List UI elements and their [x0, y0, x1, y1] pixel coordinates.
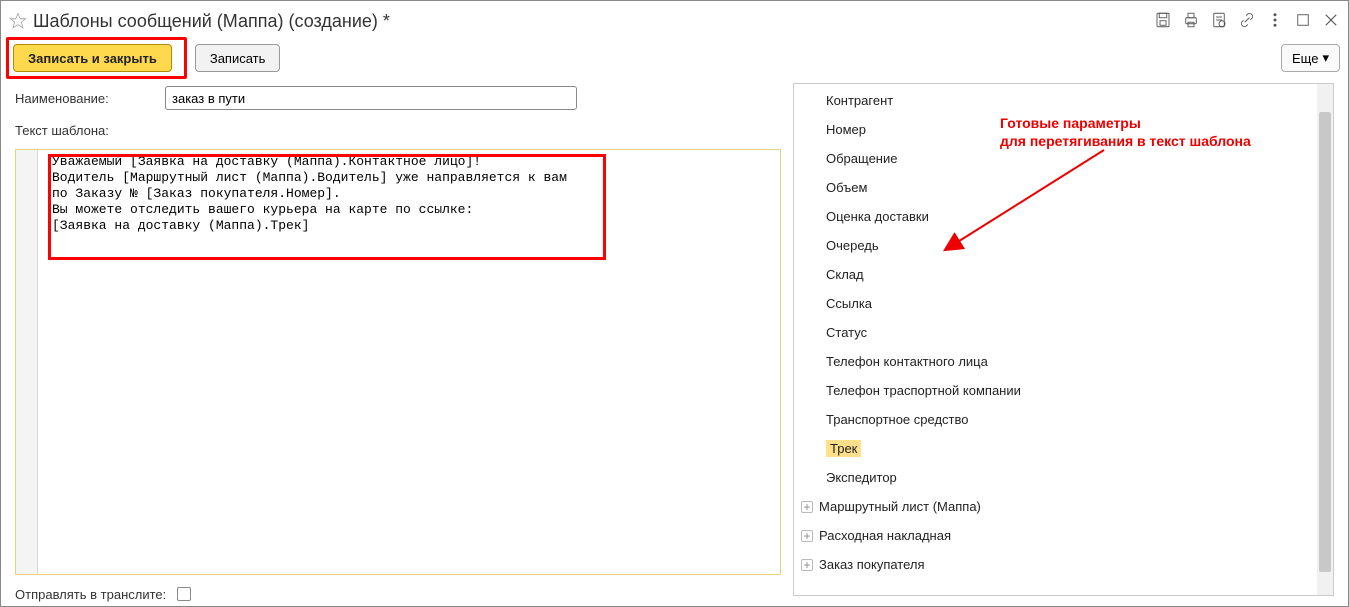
param-group[interactable]: + Заказ покупателя: [794, 550, 1317, 579]
editor-gutter: [16, 150, 38, 574]
param-item[interactable]: Ссылка: [794, 289, 1317, 318]
save-icon[interactable]: [1154, 11, 1172, 32]
param-item[interactable]: Номер: [794, 115, 1317, 144]
param-item[interactable]: Транспортное средство: [794, 405, 1317, 434]
param-item-label: Статус: [826, 325, 867, 340]
save-button[interactable]: Записать: [195, 44, 281, 72]
expand-icon[interactable]: +: [801, 559, 813, 571]
param-group-label: Заказ покупателя: [819, 557, 925, 572]
param-item[interactable]: Обращение: [794, 144, 1317, 173]
param-item-label: Контрагент: [826, 93, 893, 108]
template-text-label: Текст шаблона:: [15, 123, 165, 138]
param-group[interactable]: + Расходная накладная: [794, 521, 1317, 550]
report-icon[interactable]: [1210, 11, 1228, 32]
param-item-label: Склад: [826, 267, 864, 282]
param-group[interactable]: + Маршрутный лист (Маппа): [794, 492, 1317, 521]
link-icon[interactable]: [1238, 11, 1256, 32]
param-item-label: Объем: [826, 180, 867, 195]
name-label: Наименование:: [15, 91, 165, 106]
param-item-label: Телефон траспортной компании: [826, 383, 1021, 398]
translit-label: Отправлять в транслите:: [15, 587, 175, 602]
param-item-label: Транспортное средство: [826, 412, 968, 427]
name-input[interactable]: [165, 86, 577, 110]
param-item-label: Обращение: [826, 151, 897, 166]
more-button-label: Еще: [1292, 51, 1318, 66]
scrollbar[interactable]: [1317, 84, 1333, 595]
param-item[interactable]: Телефон контактного лица: [794, 347, 1317, 376]
expand-icon[interactable]: +: [801, 501, 813, 513]
save-and-close-button[interactable]: Записать и закрыть: [13, 44, 172, 72]
template-text-editor[interactable]: Уважаемый [Заявка на доставку (Маппа).Ко…: [15, 149, 781, 575]
param-item-label: Телефон контактного лица: [826, 354, 988, 369]
favorite-star-icon[interactable]: [9, 12, 27, 30]
chevron-down-icon: ▾: [1322, 50, 1329, 66]
more-button[interactable]: Еще ▾: [1281, 44, 1340, 72]
param-item[interactable]: Оценка доставки: [794, 202, 1317, 231]
param-item-label: Трек: [826, 440, 861, 457]
param-item-label: Номер: [826, 122, 866, 137]
highlight-save-close: Записать и закрыть: [6, 37, 187, 79]
param-group-label: Расходная накладная: [819, 528, 951, 543]
parameters-tree[interactable]: Контрагент Номер Обращение Объем Оценка дост…: [794, 84, 1317, 595]
template-text-content: Уважаемый [Заявка на доставку (Маппа).Ко…: [44, 154, 776, 234]
param-item-label: Очередь: [826, 238, 879, 253]
param-item-label: Экспедитор: [826, 470, 897, 485]
param-item[interactable]: Статус: [794, 318, 1317, 347]
window-title: Шаблоны сообщений (Маппа) (создание) *: [33, 11, 1154, 32]
param-item[interactable]: Контрагент: [794, 86, 1317, 115]
param-item[interactable]: Телефон траспортной компании: [794, 376, 1317, 405]
param-item[interactable]: Объем: [794, 173, 1317, 202]
kebab-menu-icon[interactable]: [1266, 11, 1284, 32]
param-group-label: Маршрутный лист (Маппа): [819, 499, 981, 514]
param-item[interactable]: Склад: [794, 260, 1317, 289]
param-item[interactable]: Очередь: [794, 231, 1317, 260]
param-item-label: Ссылка: [826, 296, 872, 311]
scrollbar-thumb[interactable]: [1319, 112, 1331, 572]
param-item[interactable]: Экспедитор: [794, 463, 1317, 492]
translit-checkbox[interactable]: [177, 587, 191, 601]
param-item-label: Оценка доставки: [826, 209, 929, 224]
expand-icon[interactable]: +: [801, 530, 813, 542]
maximize-icon[interactable]: [1294, 11, 1312, 32]
close-icon[interactable]: [1322, 11, 1340, 32]
print-icon[interactable]: [1182, 11, 1200, 32]
param-item[interactable]: Трек: [794, 434, 1317, 463]
